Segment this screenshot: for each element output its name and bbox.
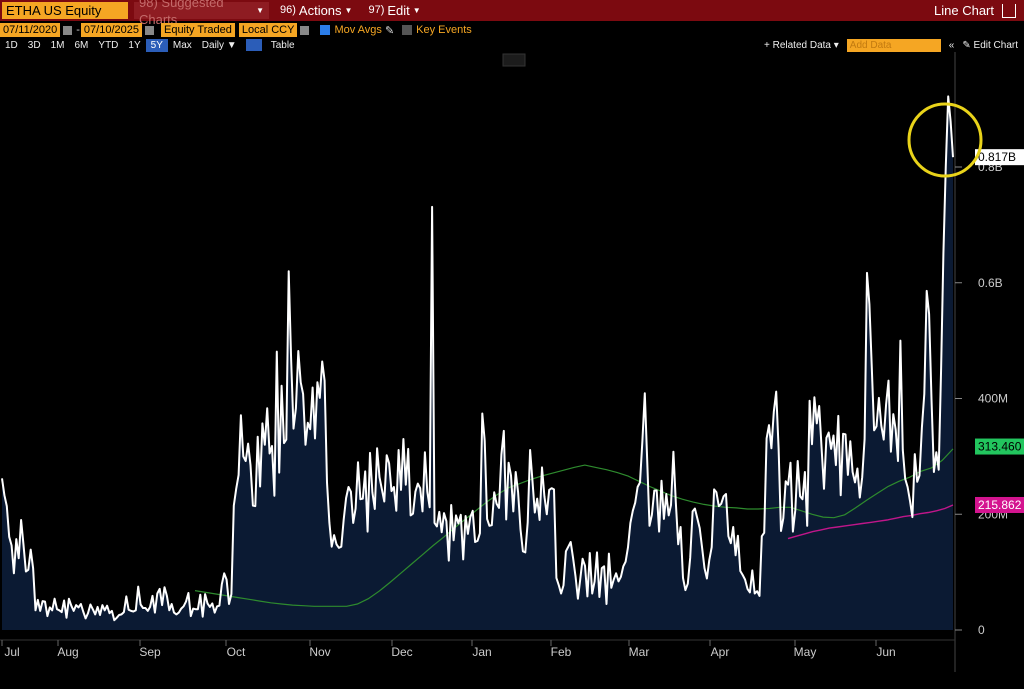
moving-average-badge: 313.460 bbox=[978, 440, 1022, 454]
related-data-label: + Related Data bbox=[763, 39, 831, 51]
security-ticker[interactable]: ETHA US Equity bbox=[2, 2, 128, 19]
x-tick-label: Jun bbox=[876, 645, 895, 659]
mov-avgs-label: Mov Avgs bbox=[334, 24, 382, 36]
line-chart-icon[interactable] bbox=[245, 39, 262, 51]
caret-down-icon: ▼ bbox=[256, 6, 264, 15]
start-date-input[interactable]: 07/11/2020 bbox=[0, 23, 61, 37]
x-tick-label: Jan bbox=[472, 645, 491, 659]
calendar-icon[interactable] bbox=[63, 25, 73, 35]
volume-area bbox=[2, 96, 953, 630]
date-separator: - bbox=[76, 24, 80, 36]
range-1y-button[interactable]: 1Y bbox=[123, 39, 145, 52]
x-tick-label: Mar bbox=[629, 645, 650, 659]
x-tick-label: Jul bbox=[4, 645, 19, 659]
volume-chart[interactable]: 0200M400M0.6B0.8B Jul Aug Sep Oct Nov Dec Jan F… bbox=[0, 52, 1024, 689]
x-tick-label: Aug bbox=[57, 645, 78, 659]
add-data-input[interactable]: Add Data bbox=[846, 38, 941, 52]
pencil-icon[interactable]: ✎ bbox=[385, 24, 394, 37]
range-1m-button[interactable]: 1M bbox=[46, 39, 70, 52]
last-volume-badge: 0.817B bbox=[978, 150, 1016, 164]
table-button[interactable]: Table bbox=[266, 39, 300, 52]
range-toolbar: 1D 3D 1M 6M YTD 1Y 5Y Max Daily ▼ Table … bbox=[0, 38, 1024, 52]
x-tick-label: Oct bbox=[227, 645, 246, 659]
last-value-badges: 0.817B 313.460 215.862 bbox=[975, 149, 1024, 513]
moving-average-long-badge: 215.862 bbox=[978, 498, 1022, 512]
actions-number: 96) bbox=[280, 4, 296, 16]
currency-select[interactable]: Local CCY bbox=[238, 23, 298, 37]
chart-type-label[interactable]: Line Chart bbox=[934, 3, 994, 18]
y-tick-label: 0 bbox=[978, 623, 985, 637]
edit-menu[interactable]: 97) Edit ▼ bbox=[363, 2, 425, 19]
y-tick-label: 0.6B bbox=[978, 276, 1003, 290]
interval-select[interactable]: Daily ▼ bbox=[197, 39, 242, 52]
actions-menu[interactable]: 96) Actions ▼ bbox=[275, 2, 357, 19]
edit-chart-label: Edit Chart bbox=[973, 39, 1018, 51]
caret-down-icon: ▼ bbox=[412, 6, 421, 15]
x-tick-label: Feb bbox=[551, 645, 572, 659]
y-tick-label: 400M bbox=[978, 392, 1008, 406]
dropdown-icon[interactable] bbox=[300, 25, 310, 35]
chart-options-bar: 07/11/2020 - 07/10/2025 Equity Traded Lo… bbox=[0, 22, 1024, 38]
x-tick-label: Nov bbox=[309, 645, 330, 659]
range-5y-button[interactable]: 5Y bbox=[145, 38, 168, 52]
caret-down-icon: ▼ bbox=[344, 6, 353, 15]
x-tick-label: Dec bbox=[391, 645, 412, 659]
collapse-icon[interactable]: « bbox=[949, 40, 955, 51]
range-6m-button[interactable]: 6M bbox=[70, 39, 94, 52]
range-3d-button[interactable]: 3D bbox=[23, 39, 46, 52]
x-tick-label: Sep bbox=[139, 645, 161, 659]
related-data-button[interactable]: + Related Data ▾ bbox=[764, 40, 839, 51]
end-date-input[interactable]: 07/10/2025 bbox=[80, 23, 142, 37]
actions-label: Actions bbox=[298, 3, 342, 18]
mov-avgs-checkbox[interactable] bbox=[320, 25, 331, 35]
calendar-icon[interactable] bbox=[144, 25, 154, 35]
x-tick-label: Apr bbox=[711, 645, 730, 659]
interval-label: Daily bbox=[201, 39, 225, 51]
chart-style-toggle[interactable] bbox=[502, 53, 526, 67]
suggested-charts-menu[interactable]: 98) Suggested Charts ▼ bbox=[134, 0, 269, 27]
edit-chart-button[interactable]: ✎ Edit Chart bbox=[962, 40, 1018, 51]
range-1d-button[interactable]: 1D bbox=[0, 39, 23, 52]
key-events-label: Key Events bbox=[416, 24, 472, 36]
title-bar: ETHA US Equity 98) Suggested Charts ▼ 96… bbox=[0, 0, 1024, 27]
edit-label: Edit bbox=[387, 3, 410, 18]
x-tick-label: May bbox=[794, 645, 817, 659]
edit-number: 97) bbox=[368, 4, 385, 16]
share-icon[interactable] bbox=[1002, 3, 1016, 18]
field-select[interactable]: Equity Traded bbox=[160, 23, 235, 37]
x-axis: Jul Aug Sep Oct Nov Dec Jan Feb Mar Apr May Jun bbox=[0, 639, 955, 659]
key-events-checkbox[interactable] bbox=[402, 25, 413, 35]
range-ytd-button[interactable]: YTD bbox=[93, 39, 123, 52]
range-max-button[interactable]: Max bbox=[168, 39, 197, 52]
